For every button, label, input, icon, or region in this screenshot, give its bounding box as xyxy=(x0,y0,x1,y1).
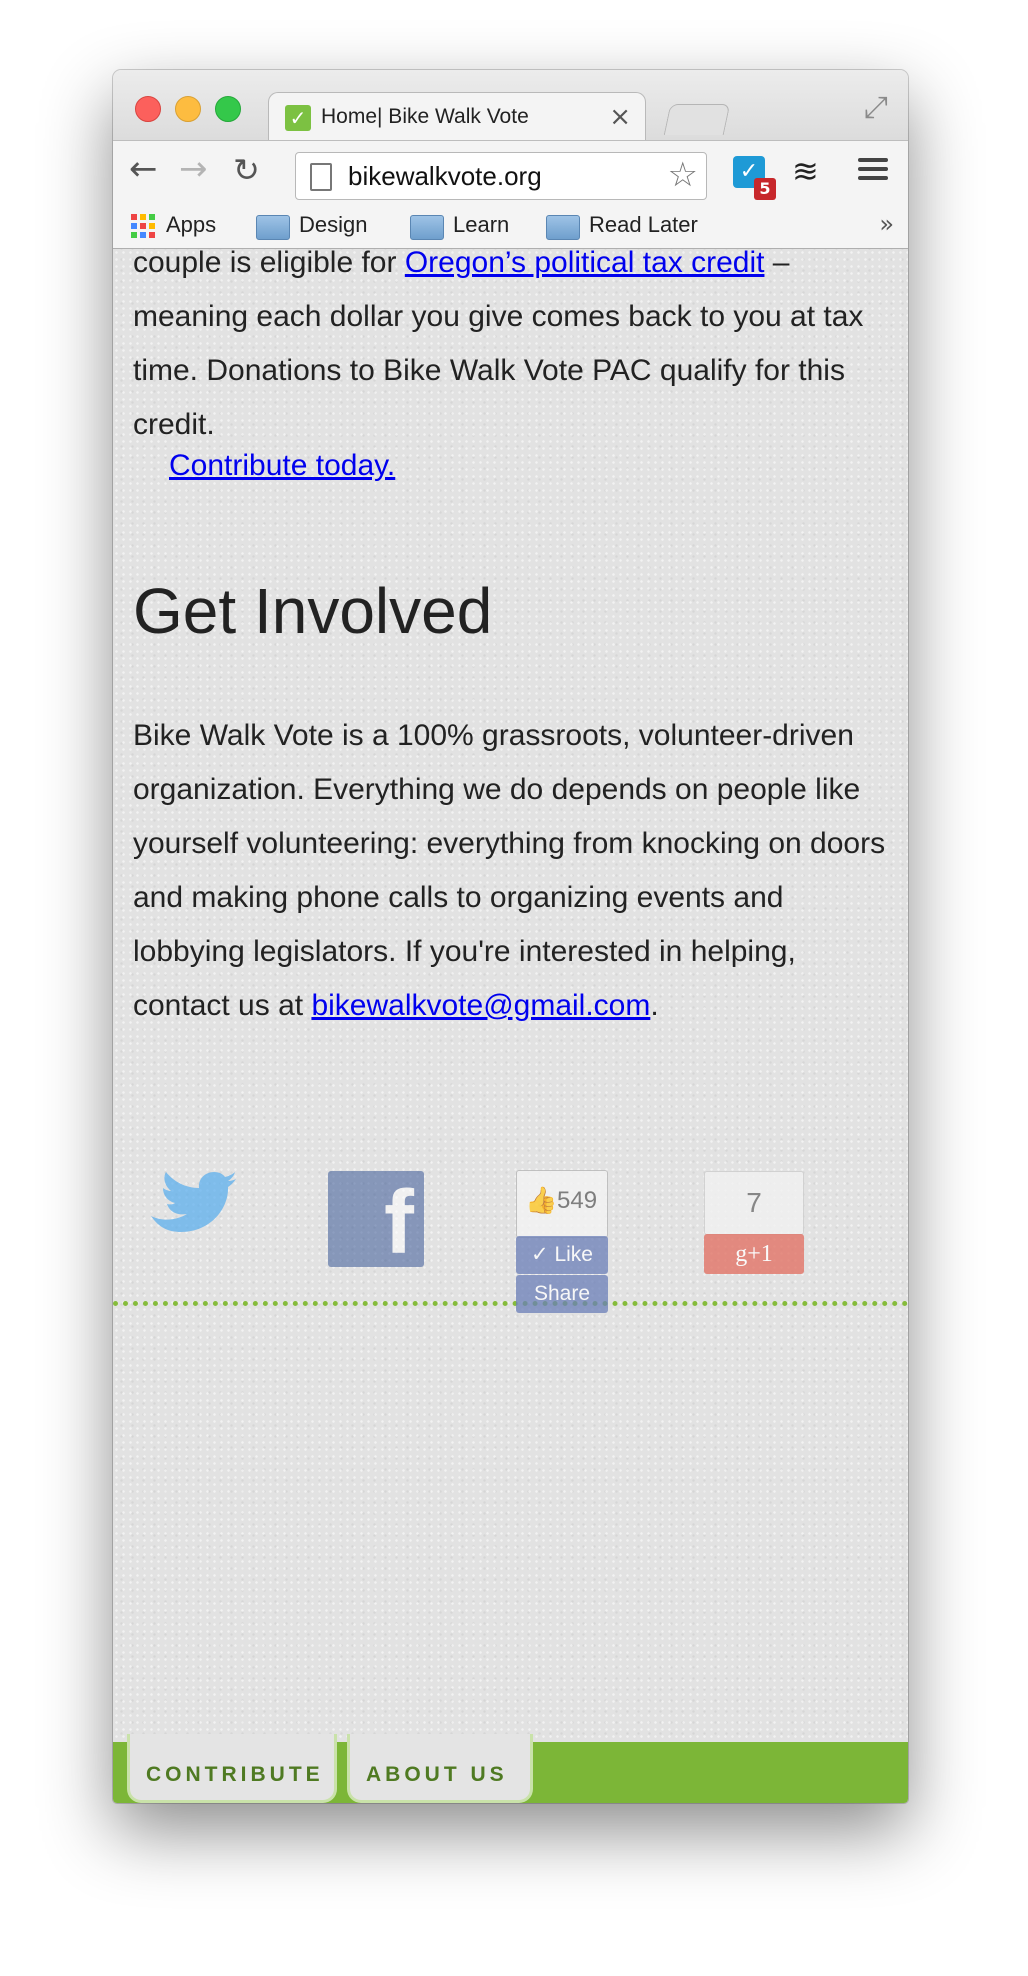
new-tab-button[interactable] xyxy=(663,104,731,135)
oregon-tax-credit-link[interactable]: Oregon’s political tax credit xyxy=(405,249,765,279)
gplus-button[interactable]: g+1 xyxy=(704,1234,804,1274)
browser-tab-active[interactable]: ✓ Home| Bike Walk Vote × xyxy=(268,92,646,141)
tab-close-icon[interactable]: × xyxy=(609,102,631,132)
get-involved-paragraph: Bike Walk Vote is a 100% grassroots, vol… xyxy=(133,709,898,1033)
page-icon xyxy=(310,163,332,191)
zoom-window-button[interactable] xyxy=(215,96,241,122)
browser-window: ✓ Home| Bike Walk Vote × ⤢ ← → ↻ bikewal… xyxy=(113,70,908,1803)
bookmark-apps[interactable]: Apps xyxy=(166,212,216,238)
back-icon[interactable]: ← xyxy=(129,149,158,189)
footer-tab-contribute-label: CONTRIBUTE xyxy=(146,1763,324,1786)
folder-icon xyxy=(546,215,580,240)
footer-tab-contribute[interactable]: CONTRIBUTE xyxy=(127,1734,337,1803)
bookmark-design[interactable]: Design xyxy=(299,212,367,238)
facebook-like-count: 👍 549 xyxy=(516,1170,608,1238)
bookmark-star-icon[interactable]: ☆ xyxy=(668,155,698,195)
twitter-icon[interactable] xyxy=(141,1170,237,1240)
extension-badge: 5 xyxy=(754,178,776,200)
minimize-window-button[interactable] xyxy=(175,96,201,122)
title-bar: ✓ Home| Bike Walk Vote × ⤢ xyxy=(113,70,908,141)
email-link[interactable]: bikewalkvote@gmail.com xyxy=(311,989,650,1022)
menu-icon[interactable] xyxy=(858,153,888,185)
intro-paragraph: couple is eligible for Oregon’s politica… xyxy=(133,249,898,452)
like-label: Like xyxy=(554,1243,593,1266)
page-viewport[interactable]: couple is eligible for Oregon’s politica… xyxy=(113,249,908,1803)
bookmark-learn[interactable]: Learn xyxy=(453,212,509,238)
bookmarks-overflow-icon[interactable]: » xyxy=(879,210,894,238)
reload-icon[interactable]: ↻ xyxy=(233,151,260,189)
facebook-icon[interactable]: f xyxy=(328,1171,424,1267)
get-involved-text: Bike Walk Vote is a 100% grassroots, vol… xyxy=(133,719,886,1022)
bookmark-read-later[interactable]: Read Later xyxy=(589,212,698,238)
apps-grid-icon[interactable] xyxy=(131,214,155,238)
browser-toolbar: ← → ↻ bikewalkvote.org ☆ ✓ 5 ≋ xyxy=(113,140,908,205)
green-dotted-divider xyxy=(113,1301,908,1306)
get-involved-section: Bike Walk Vote is a 100% grassroots, vol… xyxy=(133,709,898,1033)
footer-tab-about-us[interactable]: ABOUT US xyxy=(347,1734,533,1803)
footer-tab-about-us-label: ABOUT US xyxy=(366,1763,508,1786)
folder-icon xyxy=(256,215,290,240)
buffer-extension-icon[interactable]: ≋ xyxy=(792,152,819,190)
folder-icon xyxy=(410,215,444,240)
get-involved-heading: Get Involved xyxy=(133,575,493,647)
url-text[interactable]: bikewalkvote.org xyxy=(348,161,542,192)
gplus-count: 7 xyxy=(704,1171,804,1235)
close-window-button[interactable] xyxy=(135,96,161,122)
intro-section: couple is eligible for Oregon’s politica… xyxy=(133,249,898,452)
intro-text-start: couple is eligible for xyxy=(133,249,405,279)
address-bar[interactable]: bikewalkvote.org ☆ xyxy=(295,152,707,200)
forward-icon[interactable]: → xyxy=(179,149,208,189)
tab-title: Home| Bike Walk Vote xyxy=(321,105,529,128)
bookmarks-bar: Apps Design Learn Read Later » xyxy=(113,204,908,249)
thumbs-up-icon: 👍 xyxy=(525,1185,558,1215)
like-count-value: 549 xyxy=(557,1187,598,1214)
facebook-share-button[interactable]: Share xyxy=(516,1275,608,1313)
contribute-today-link[interactable]: Contribute today. xyxy=(169,449,395,483)
favicon-check-icon: ✓ xyxy=(285,105,311,131)
fullscreen-icon[interactable]: ⤢ xyxy=(864,90,888,125)
facebook-like-button[interactable]: ✓ Like xyxy=(516,1236,608,1274)
get-involved-end: . xyxy=(650,989,659,1022)
